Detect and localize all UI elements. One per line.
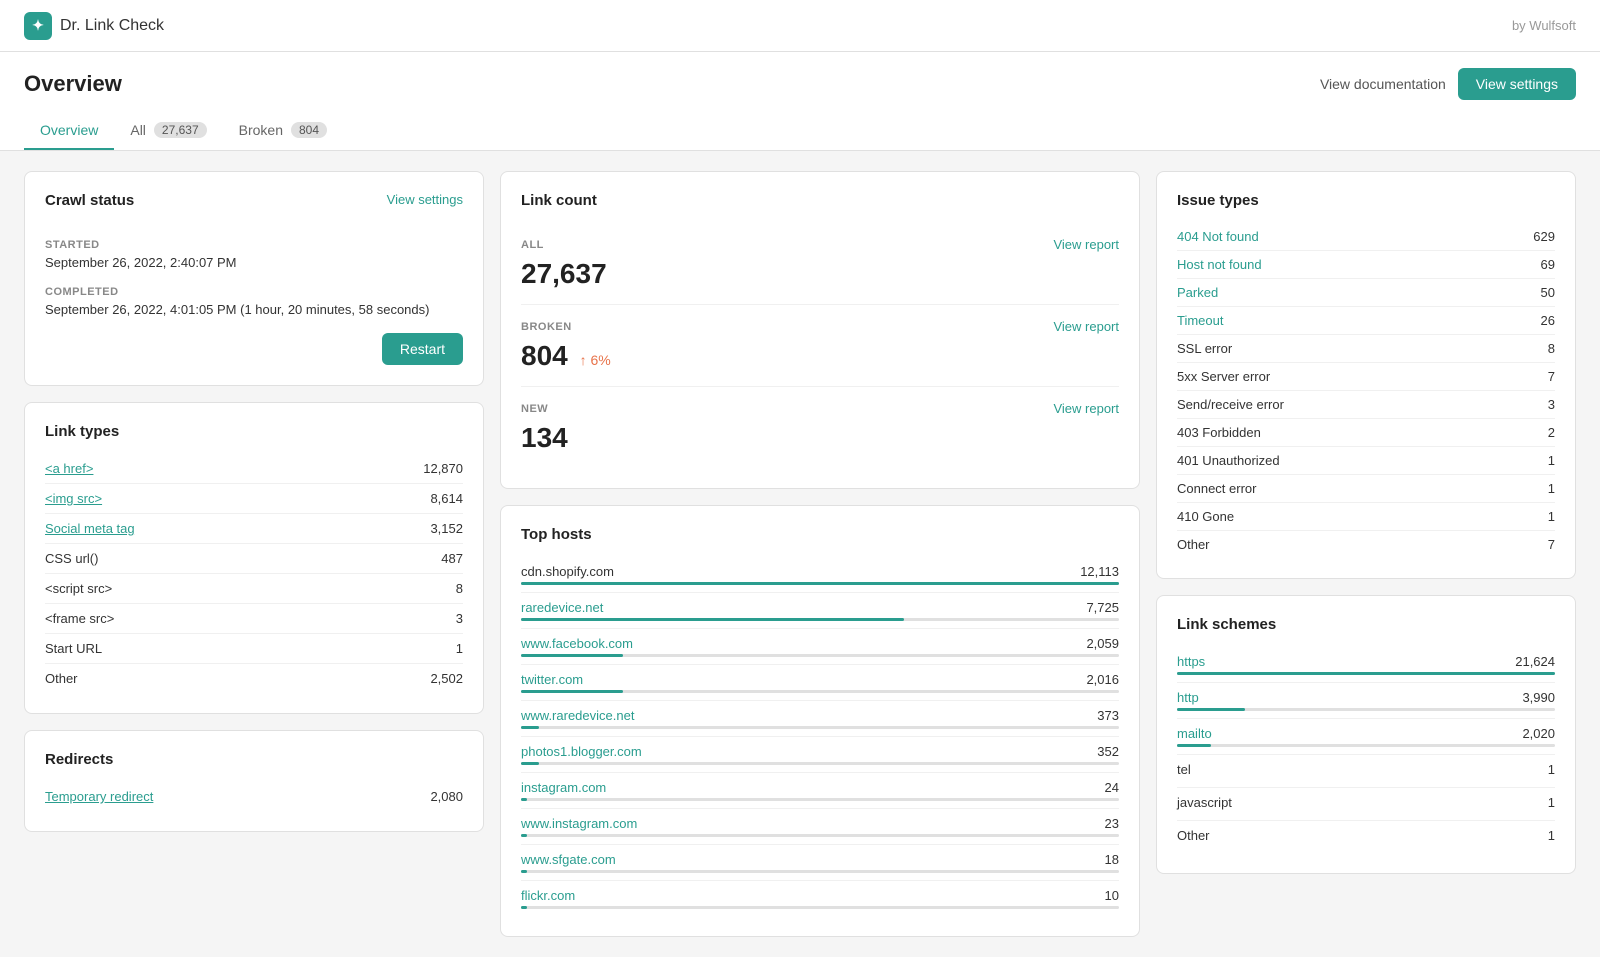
view-settings-button[interactable]: View settings: [1458, 68, 1576, 100]
broken-count: 804: [521, 340, 568, 371]
top-hosts-title: Top hosts: [521, 526, 1119, 543]
tab-broken-badge: 804: [291, 122, 327, 138]
top-hosts-rows: cdn.shopify.com12,113raredevice.net7,725…: [521, 557, 1119, 916]
list-item: Social meta tag 3,152: [45, 514, 463, 544]
logo-area: ✦ Dr. Link Check: [24, 12, 164, 40]
list-item: raredevice.net7,725: [521, 593, 1119, 629]
started-label: STARTED: [45, 239, 463, 251]
list-item: CSS url() 487: [45, 544, 463, 574]
list-item: Other 2,502: [45, 664, 463, 693]
broken-label: BROKEN: [521, 321, 572, 333]
app-header: ✦ Dr. Link Check by Wulfsoft: [0, 0, 1600, 52]
col-left: Crawl status View settings STARTED Septe…: [24, 171, 484, 937]
new-count: 134: [521, 422, 568, 453]
new-label: NEW: [521, 403, 548, 415]
completed-label: COMPLETED: [45, 286, 463, 298]
list-item: Host not found69: [1177, 251, 1555, 279]
col-mid: Link count ALL View report 27,637 BROKEN…: [500, 171, 1140, 937]
list-item: <img src> 8,614: [45, 484, 463, 514]
completed-value: September 26, 2022, 4:01:05 PM (1 hour, …: [45, 302, 463, 317]
list-item: http3,990: [1177, 683, 1555, 719]
issue-types-card: Issue types 404 Not found629Host not fou…: [1156, 171, 1576, 579]
link-count-all-section: ALL View report 27,637: [521, 223, 1119, 305]
list-item: 410 Gone1: [1177, 503, 1555, 531]
redirects-card: Redirects Temporary redirect 2,080: [24, 730, 484, 832]
col-right: Issue types 404 Not found629Host not fou…: [1156, 171, 1576, 937]
started-value: September 26, 2022, 2:40:07 PM: [45, 255, 463, 270]
list-item: https21,624: [1177, 647, 1555, 683]
list-item: <script src> 8: [45, 574, 463, 604]
list-item: Start URL 1: [45, 634, 463, 664]
link-count-card: Link count ALL View report 27,637 BROKEN…: [500, 171, 1140, 489]
list-item: cdn.shopify.com12,113: [521, 557, 1119, 593]
broken-view-report-link[interactable]: View report: [1053, 319, 1119, 334]
link-schemes-rows: https21,624http3,990mailto2,020tel1javas…: [1177, 647, 1555, 853]
link-types-card: Link types <a href> 12,870 <img src> 8,6…: [24, 402, 484, 714]
all-label: ALL: [521, 239, 544, 251]
list-item: Parked50: [1177, 279, 1555, 307]
link-schemes-title: Link schemes: [1177, 616, 1555, 633]
list-item: www.sfgate.com18: [521, 845, 1119, 881]
link-schemes-card: Link schemes https21,624http3,990mailto2…: [1156, 595, 1576, 874]
main-layout: Crawl status View settings STARTED Septe…: [0, 151, 1600, 957]
logo-text: Dr. Link Check: [60, 17, 164, 35]
link-types-rows: <a href> 12,870 <img src> 8,614 Social m…: [45, 454, 463, 693]
list-item: <a href> 12,870: [45, 454, 463, 484]
issue-types-title: Issue types: [1177, 192, 1555, 209]
link-count-broken-section: BROKEN View report 804 ↑ 6%: [521, 305, 1119, 387]
tab-all[interactable]: All 27,637: [114, 112, 222, 150]
crawl-status-card: Crawl status View settings STARTED Septe…: [24, 171, 484, 386]
list-item: www.facebook.com2,059: [521, 629, 1119, 665]
list-item: www.raredevice.net373: [521, 701, 1119, 737]
tab-overview[interactable]: Overview: [24, 112, 114, 150]
list-item: Temporary redirect 2,080: [45, 782, 463, 811]
list-item: Connect error1: [1177, 475, 1555, 503]
view-documentation-button[interactable]: View documentation: [1320, 76, 1446, 92]
link-types-title: Link types: [45, 423, 463, 440]
list-item: 403 Forbidden2: [1177, 419, 1555, 447]
list-item: SSL error8: [1177, 335, 1555, 363]
redirects-title: Redirects: [45, 751, 463, 768]
broken-change: ↑ 6%: [580, 352, 611, 368]
list-item: www.instagram.com23: [521, 809, 1119, 845]
tabs: Overview All 27,637 Broken 804: [24, 112, 1576, 150]
tab-broken[interactable]: Broken 804: [223, 112, 343, 150]
all-count: 27,637: [521, 258, 607, 289]
restart-button[interactable]: Restart: [382, 333, 463, 365]
logo-icon: ✦: [24, 12, 52, 40]
list-item: flickr.com10: [521, 881, 1119, 916]
link-count-title: Link count: [521, 192, 1119, 209]
list-item: 401 Unauthorized1: [1177, 447, 1555, 475]
issue-types-rows: 404 Not found629Host not found69Parked50…: [1177, 223, 1555, 558]
list-item: javascript1: [1177, 788, 1555, 821]
tab-all-badge: 27,637: [154, 122, 207, 138]
list-item: twitter.com2,016: [521, 665, 1119, 701]
list-item: Other1: [1177, 821, 1555, 853]
list-item: Timeout26: [1177, 307, 1555, 335]
crawl-view-settings-link[interactable]: View settings: [387, 192, 463, 207]
by-wulfsoft: by Wulfsoft: [1512, 18, 1576, 33]
page-title: Overview: [24, 71, 122, 97]
header-actions: View documentation View settings: [1320, 68, 1576, 100]
top-hosts-card: Top hosts cdn.shopify.com12,113raredevic…: [500, 505, 1140, 937]
list-item: Send/receive error3: [1177, 391, 1555, 419]
list-item: photos1.blogger.com352: [521, 737, 1119, 773]
all-view-report-link[interactable]: View report: [1053, 237, 1119, 252]
list-item: mailto2,020: [1177, 719, 1555, 755]
crawl-status-title: Crawl status: [45, 192, 134, 209]
page-header: Overview View documentation View setting…: [0, 52, 1600, 151]
list-item: 404 Not found629: [1177, 223, 1555, 251]
list-item: 5xx Server error7: [1177, 363, 1555, 391]
list-item: tel1: [1177, 755, 1555, 788]
list-item: instagram.com24: [521, 773, 1119, 809]
link-count-new-section: NEW View report 134: [521, 387, 1119, 468]
list-item: Other7: [1177, 531, 1555, 558]
new-view-report-link[interactable]: View report: [1053, 401, 1119, 416]
list-item: <frame src> 3: [45, 604, 463, 634]
